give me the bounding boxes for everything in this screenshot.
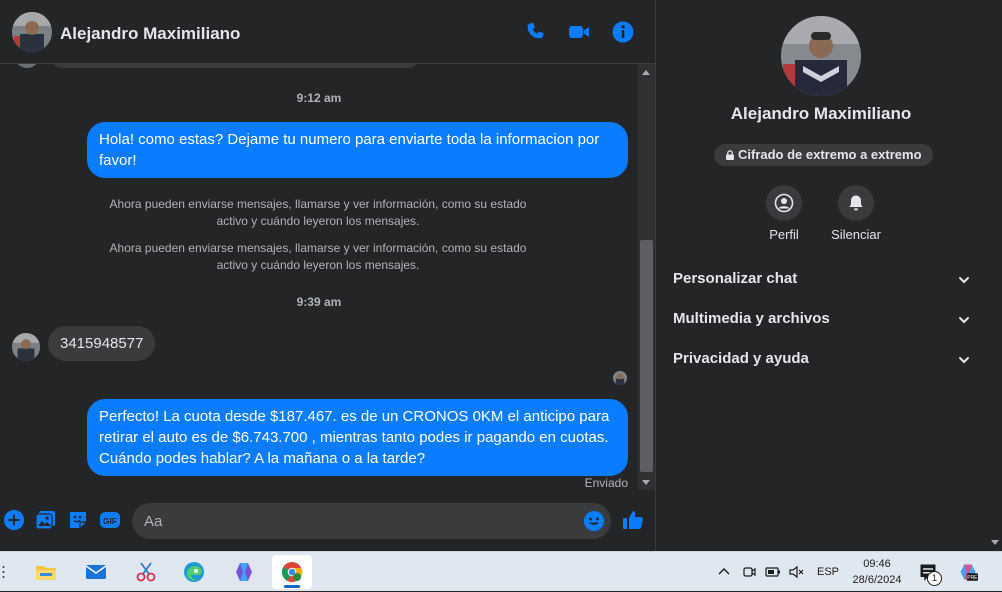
call-icon[interactable]: [523, 20, 547, 44]
scroll-up-icon[interactable]: [642, 70, 650, 75]
chat-panel: Alejandro Maximiliano 9:12 am Hola! como…: [0, 0, 655, 551]
read-receipt-avatar: [613, 371, 627, 385]
lock-icon: [726, 150, 734, 160]
clock-date: 28/6/2024: [852, 574, 902, 586]
scroll-down-icon[interactable]: [991, 540, 999, 545]
chevron-down-icon: [959, 357, 969, 364]
emoji-icon[interactable]: [583, 510, 605, 532]
section-customize-chat[interactable]: Personalizar chat: [673, 268, 971, 292]
input-language[interactable]: ESP: [817, 552, 839, 592]
gif-icon[interactable]: GIF: [99, 509, 121, 531]
show-hidden-icons-chevron[interactable]: [716, 552, 732, 592]
clock-time: 09:46: [863, 558, 891, 570]
svg-text:GIF: GIF: [103, 516, 117, 526]
chrome-browser-icon[interactable]: [272, 555, 312, 589]
messenger-window: Alejandro Maximiliano 9:12 am Hola! como…: [0, 0, 1002, 551]
chevron-down-icon: [959, 277, 969, 284]
message-list[interactable]: 9:12 am Hola! como estas? Dejame tu nume…: [0, 64, 638, 490]
section-privacy-help[interactable]: Privacidad y ayuda: [673, 348, 971, 372]
encryption-label: Cifrado de extremo a extremo: [738, 147, 922, 162]
previous-message-avatar: [14, 64, 40, 68]
file-explorer-icon[interactable]: [26, 555, 66, 589]
mail-icon[interactable]: [76, 555, 116, 589]
volume-muted-icon[interactable]: [788, 552, 804, 592]
previous-message-bubble: [50, 64, 420, 68]
mute-button[interactable]: Silenciar: [826, 185, 886, 242]
bell-icon: [849, 195, 863, 211]
message-scrollbar[interactable]: [638, 64, 655, 490]
timestamp: 9:12 am: [296, 91, 342, 105]
edge-browser-icon[interactable]: [174, 555, 214, 589]
notification-center-icon[interactable]: 1: [918, 552, 942, 592]
delivery-status: Enviado: [584, 476, 628, 490]
scrollbar-thumb[interactable]: [640, 240, 653, 472]
copilot-icon[interactable]: [224, 555, 264, 589]
profile-button[interactable]: Perfil: [754, 185, 814, 242]
windows-taskbar: ESP 09:46 28/6/2024 1 PRE: [0, 551, 1002, 591]
message-input[interactable]: Aa: [132, 503, 611, 539]
mute-button-label: Silenciar: [831, 227, 881, 242]
system-notice: Ahora pueden enviarse mensajes, llamarse…: [109, 241, 527, 272]
chat-header: Alejandro Maximiliano: [0, 0, 655, 64]
camera-privacy-icon[interactable]: [741, 552, 757, 592]
profile-avatar[interactable]: [781, 16, 861, 96]
section-title: Personalizar chat: [673, 270, 798, 287]
chevron-down-icon: [959, 317, 969, 324]
contact-avatar[interactable]: [12, 12, 52, 52]
message-input-placeholder: Aa: [144, 513, 163, 530]
sticker-icon[interactable]: [67, 509, 89, 531]
conversation-info-panel: Alejandro Maximiliano Cifrado de extremo…: [655, 0, 1002, 551]
overflow-dots-icon[interactable]: [2, 562, 5, 582]
incoming-message[interactable]: 3415948577: [48, 326, 156, 361]
notification-count: 1: [927, 571, 942, 586]
system-clock[interactable]: 09:46 28/6/2024: [846, 556, 908, 588]
profile-name: Alejandro Maximiliano: [730, 104, 912, 123]
video-call-icon[interactable]: [567, 20, 591, 44]
section-title: Multimedia y archivos: [673, 310, 830, 327]
svg-text:PRE: PRE: [967, 575, 978, 581]
system-notice: Ahora pueden enviarse mensajes, llamarse…: [109, 197, 527, 228]
timestamp: 9:39 am: [296, 295, 342, 309]
copilot-preview-icon[interactable]: PRE: [958, 552, 978, 592]
contact-avatar-small[interactable]: [12, 333, 40, 361]
snipping-tool-icon[interactable]: [126, 555, 166, 589]
outgoing-message[interactable]: Hola! como estas? Dejame tu numero para …: [87, 122, 628, 178]
info-icon[interactable]: [611, 20, 635, 44]
outgoing-message[interactable]: Perfecto! La cuota desde $187.467. es de…: [87, 399, 628, 476]
encryption-badge[interactable]: Cifrado de extremo a extremo: [714, 144, 933, 166]
profile-icon: [774, 193, 794, 213]
contact-name[interactable]: Alejandro Maximiliano: [60, 24, 240, 44]
section-media-files[interactable]: Multimedia y archivos: [673, 308, 971, 332]
plus-icon[interactable]: [3, 509, 25, 531]
info-scrollbar[interactable]: [988, 0, 1002, 551]
section-title: Privacidad y ayuda: [673, 350, 809, 367]
like-icon[interactable]: [622, 509, 644, 531]
image-icon[interactable]: [35, 509, 57, 531]
battery-icon[interactable]: [765, 552, 781, 592]
scroll-down-icon[interactable]: [642, 480, 650, 485]
profile-button-label: Perfil: [769, 227, 799, 242]
composer: GIF Aa: [0, 496, 655, 546]
